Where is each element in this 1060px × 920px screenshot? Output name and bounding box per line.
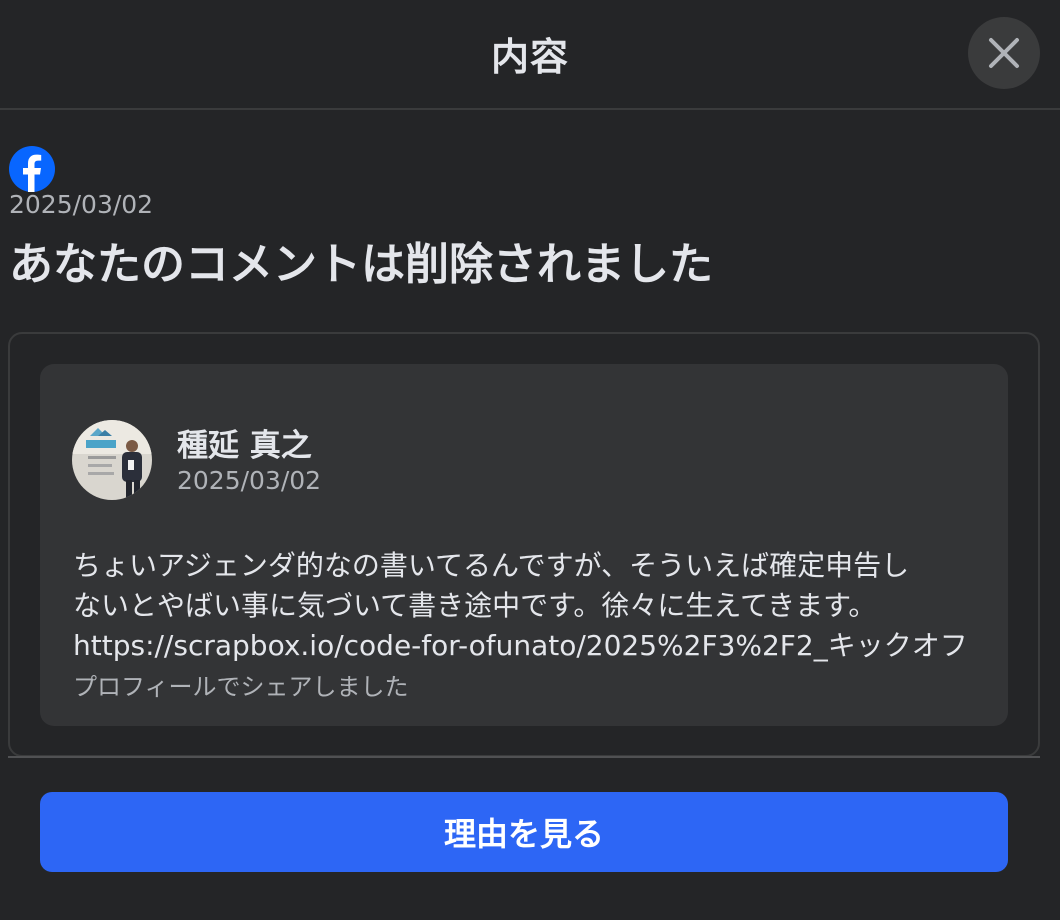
post-text-line: ないとやばい事に気づいて書き途中です。徐々に生えてきます。 — [73, 589, 877, 622]
dialog-header: 内容 — [0, 0, 1060, 110]
post-link[interactable]: https://scrapbox.io/code-for-ofunato/202… — [73, 626, 983, 666]
close-icon — [989, 38, 1019, 68]
author-avatar[interactable] — [72, 420, 152, 500]
post-share-context: プロフィールでシェアしました — [73, 673, 409, 701]
notice-date: 2025/03/02 — [9, 190, 154, 219]
close-button[interactable] — [968, 17, 1040, 89]
divider — [8, 756, 1040, 758]
removed-comment-dialog: 内容 2025/03/02 あなたのコメントは削除されました 種延 真之 202… — [0, 0, 1060, 920]
facebook-logo-icon — [9, 146, 55, 192]
avatar-photo — [72, 420, 152, 500]
post-text: ちょいアジェンダ的なの書いてるんですが、そういえば確定申告し ないとやばい事に気… — [73, 546, 983, 666]
dialog-title: 内容 — [490, 35, 569, 79]
author-name[interactable]: 種延 真之 — [177, 420, 312, 465]
post-date: 2025/03/02 — [177, 466, 322, 495]
see-reason-button[interactable]: 理由を見る — [40, 792, 1008, 872]
post-text-line: ちょいアジェンダ的なの書いてるんですが、そういえば確定申告し — [73, 549, 910, 582]
post-preview[interactable]: 種延 真之 2025/03/02 ちょいアジェンダ的なの書いてるんですが、そうい… — [40, 364, 1008, 726]
notice-headline: あなたのコメントは削除されました — [9, 239, 713, 290]
